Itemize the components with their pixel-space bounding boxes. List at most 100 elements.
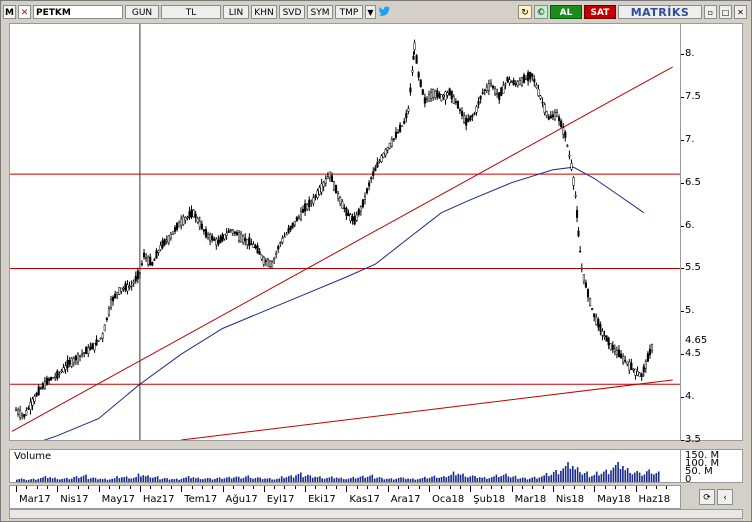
sync-icon[interactable]: ⟳ bbox=[699, 489, 715, 505]
candle-body bbox=[543, 104, 546, 113]
volume-axis: 150. M 100. M 50. M 0 bbox=[681, 449, 743, 485]
candle-body bbox=[539, 95, 542, 99]
candle-body bbox=[279, 242, 282, 244]
candle-body bbox=[118, 287, 121, 295]
volume-bar bbox=[44, 476, 47, 482]
volume-bar bbox=[204, 478, 207, 482]
candle-body bbox=[359, 206, 362, 212]
candle-body bbox=[392, 138, 395, 140]
volume-bar bbox=[643, 474, 646, 482]
candle-body bbox=[496, 93, 499, 95]
volume-bar bbox=[626, 468, 629, 482]
volume-bar bbox=[514, 475, 517, 482]
refresh-icon[interactable]: ↻ bbox=[518, 5, 532, 19]
volume-bar bbox=[364, 477, 366, 482]
maximize-button[interactable]: □ bbox=[719, 5, 732, 19]
volume-bar bbox=[20, 478, 23, 482]
candle-body bbox=[109, 299, 113, 309]
candle-body bbox=[297, 216, 300, 219]
volume-bar bbox=[555, 470, 557, 482]
expand-icon[interactable]: ‹ bbox=[717, 489, 733, 505]
volume-bar bbox=[517, 479, 519, 482]
khn-button[interactable]: KHN bbox=[251, 5, 277, 19]
volume-bar bbox=[369, 475, 371, 482]
candle-body bbox=[130, 285, 133, 287]
buy-button[interactable]: AL bbox=[550, 5, 582, 19]
twitter-icon[interactable] bbox=[378, 5, 391, 19]
svd-button[interactable]: SVD bbox=[279, 5, 305, 19]
candle-body bbox=[83, 352, 86, 354]
candle-body bbox=[258, 251, 261, 255]
sym-button[interactable]: SYM bbox=[307, 5, 333, 19]
volume-bar bbox=[152, 477, 154, 482]
candle-body bbox=[91, 343, 94, 350]
volume-panel[interactable]: Volume bbox=[9, 449, 681, 483]
volume-bar bbox=[488, 478, 491, 482]
volume-bar bbox=[73, 477, 75, 482]
symbol-field[interactable]: PETKM bbox=[33, 5, 123, 19]
volume-bar bbox=[42, 477, 44, 483]
candle-body bbox=[390, 139, 393, 147]
price-tick bbox=[681, 96, 684, 98]
volume-bar bbox=[307, 474, 309, 482]
volume-bar bbox=[629, 472, 631, 482]
volume-bar bbox=[280, 476, 283, 482]
period-button[interactable]: GUN bbox=[125, 5, 159, 19]
volume-bar bbox=[436, 477, 438, 482]
volume-bar bbox=[376, 477, 378, 482]
candle-body bbox=[615, 350, 618, 355]
volume-bar bbox=[30, 479, 32, 482]
time-minor-tick bbox=[150, 486, 152, 489]
volume-bar bbox=[271, 479, 273, 482]
minimize-button[interactable]: ▫ bbox=[704, 5, 717, 19]
volume-bar bbox=[125, 476, 128, 482]
volume-bar bbox=[612, 467, 615, 482]
candle-body bbox=[184, 217, 187, 221]
candle-body bbox=[489, 83, 492, 86]
candle-body bbox=[219, 236, 222, 244]
time-axis[interactable]: Mar17 Nis17 May17 Haz17 Tem17 Ağu17 Eyl17 Eki17… bbox=[9, 485, 681, 509]
time-tick-label: Ağu17 bbox=[225, 494, 258, 505]
candle-body bbox=[45, 377, 49, 385]
volume-bar bbox=[237, 476, 240, 482]
lin-button[interactable]: LIN bbox=[223, 5, 249, 19]
volume-bar bbox=[366, 476, 369, 483]
candle-body bbox=[599, 324, 602, 332]
copy-icon[interactable]: © bbox=[534, 5, 548, 19]
volume-bar bbox=[166, 478, 168, 482]
candle-body bbox=[122, 287, 125, 290]
volume-bar bbox=[118, 478, 121, 482]
volume-bar bbox=[598, 475, 600, 482]
volume-bar bbox=[340, 477, 343, 482]
sell-button[interactable]: SAT bbox=[584, 5, 616, 19]
candle-body bbox=[475, 106, 478, 113]
time-minor-tick bbox=[222, 486, 224, 489]
price-axis[interactable]: 3.5 4. 4.5 5. 5.5 6. 6.5 7. 7.5 8. 4.65 bbox=[681, 23, 743, 445]
tmp-dropdown-button[interactable]: ▼ bbox=[365, 5, 376, 19]
candle-body bbox=[58, 373, 61, 375]
volume-bar bbox=[51, 478, 54, 482]
volume-bar bbox=[414, 479, 417, 482]
link-checkbox[interactable]: ✕ bbox=[18, 5, 31, 19]
currency-button[interactable]: TL bbox=[161, 5, 221, 19]
candle-body bbox=[440, 94, 443, 102]
close-button[interactable]: ✕ bbox=[734, 5, 747, 19]
candle-body bbox=[425, 98, 428, 101]
price-chart[interactable] bbox=[9, 23, 681, 445]
volume-bar bbox=[507, 476, 510, 482]
volume-bar bbox=[283, 478, 285, 482]
candle-body bbox=[388, 142, 391, 149]
candle-body bbox=[211, 235, 214, 241]
volume-bar bbox=[130, 478, 133, 482]
volume-bar bbox=[538, 477, 541, 482]
tmp-button[interactable]: TMP bbox=[335, 5, 363, 19]
candle-body bbox=[481, 92, 484, 94]
volume-bar bbox=[18, 479, 20, 482]
price-chart-svg[interactable] bbox=[10, 24, 680, 445]
volume-bar bbox=[159, 479, 161, 482]
price-tick bbox=[681, 397, 684, 399]
horizontal-scrollbar[interactable] bbox=[9, 509, 743, 519]
volume-bar bbox=[228, 476, 230, 483]
volume-bar bbox=[426, 478, 428, 482]
volume-bar bbox=[140, 476, 142, 482]
